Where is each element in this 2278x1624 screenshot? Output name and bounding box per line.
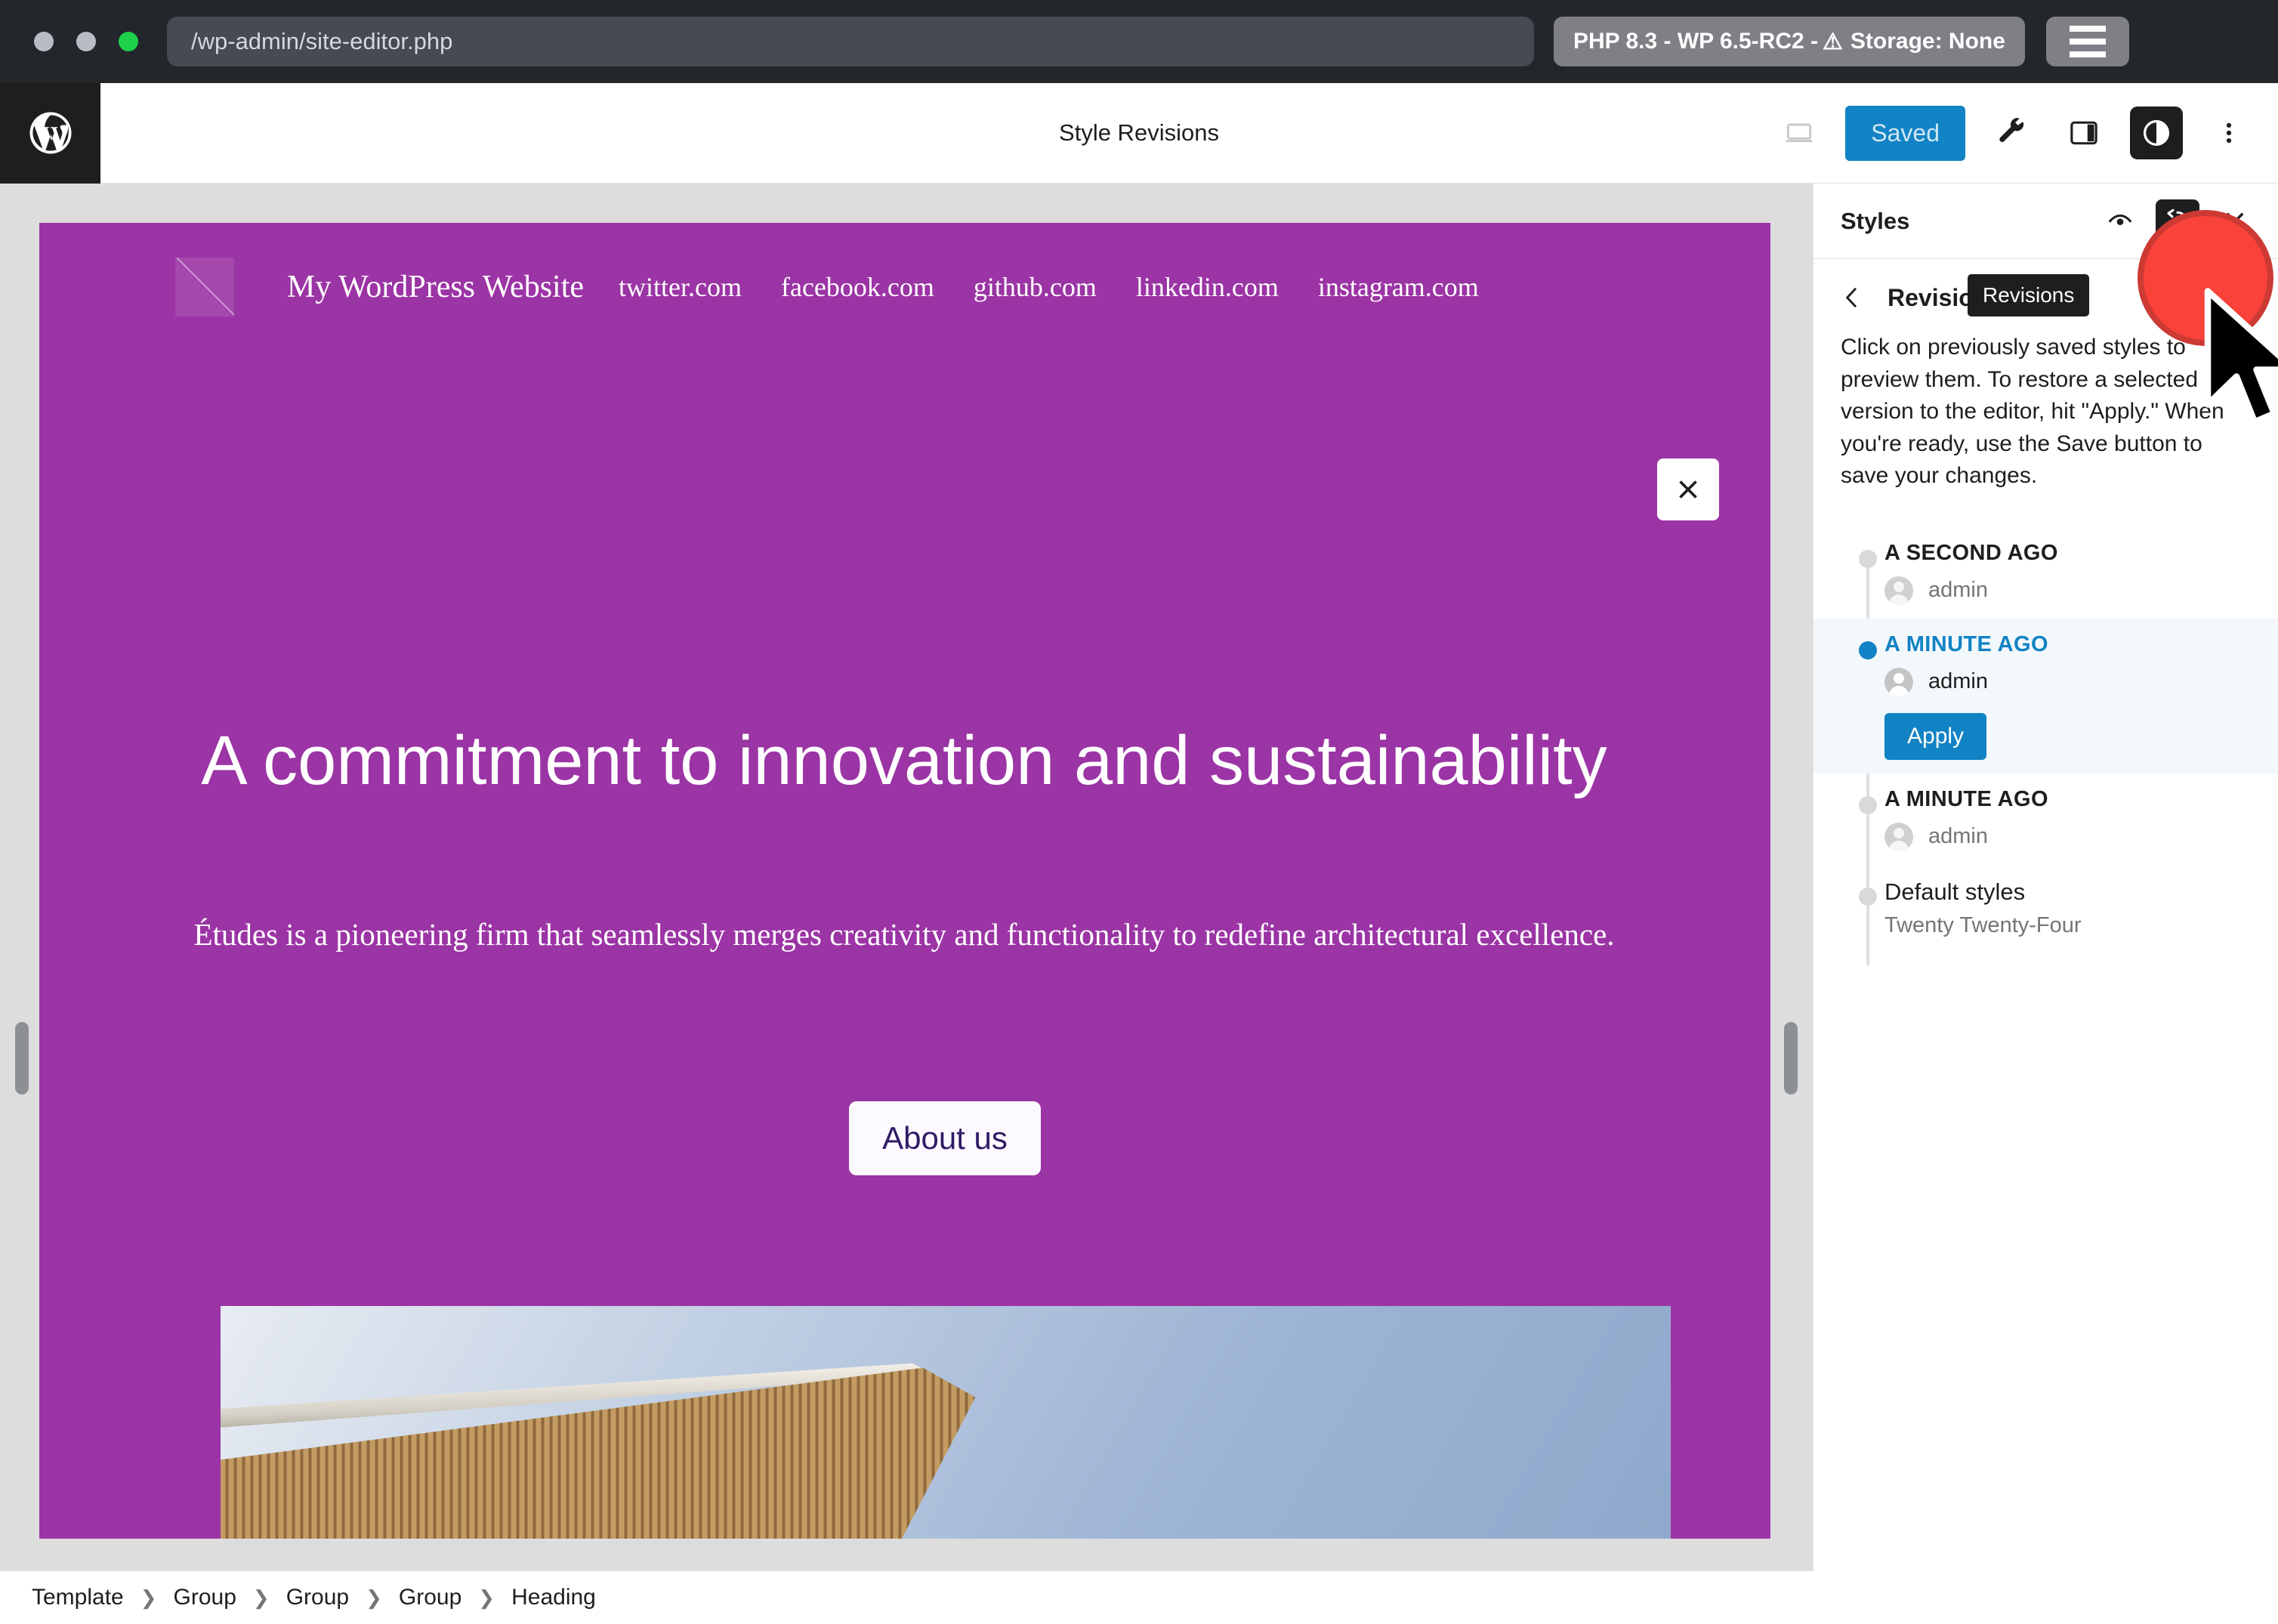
revision-author-name: admin [1928, 824, 1988, 849]
chevron-right-icon: ❯ [252, 1585, 270, 1609]
revisions-list: A second ago admin A minute ago admin Ap… [1813, 527, 2278, 965]
nav-link-facebook[interactable]: facebook.com [781, 271, 934, 303]
avatar [1884, 822, 1913, 851]
laptop-icon[interactable] [1773, 107, 1826, 159]
revision-dot [1859, 641, 1877, 659]
window-minimize-dot[interactable] [76, 32, 96, 51]
breadcrumb-item-group-3[interactable]: Group [399, 1585, 461, 1610]
nav-link-linkedin[interactable]: linkedin.com [1136, 271, 1279, 303]
hero-paragraph: Études is a pioneering firm that seamles… [193, 917, 1615, 952]
nav-link-twitter[interactable]: twitter.com [619, 271, 742, 303]
warning-icon: ⚠ [1823, 29, 1843, 54]
chevron-left-icon[interactable] [1836, 282, 1868, 313]
revision-author: admin [1884, 667, 2251, 696]
revision-date: A minute ago [1884, 631, 2048, 656]
breadcrumb-item-group-1[interactable]: Group [174, 1585, 236, 1610]
wordpress-logo-icon[interactable] [0, 82, 100, 184]
revision-author: admin [1884, 576, 2251, 605]
chevron-right-icon: ❯ [366, 1585, 382, 1609]
site-navigation: twitter.com facebook.com github.com link… [619, 271, 1479, 303]
breadcrumb-item-template[interactable]: Template [32, 1585, 124, 1610]
editor-header: Style Revisions Saved [0, 82, 2278, 184]
close-icon [1679, 480, 1697, 499]
revision-author-name: admin [1928, 578, 1988, 603]
site-preview-frame[interactable]: My WordPress Website twitter.com faceboo… [39, 223, 1770, 1539]
breadcrumb: Template ❯ Group ❯ Group ❯ Group ❯ Headi… [0, 1571, 2278, 1624]
about-us-button[interactable]: About us [849, 1101, 1041, 1175]
hamburger-menu-icon[interactable] [2045, 17, 2129, 66]
revision-dot [1859, 795, 1877, 814]
revision-dot [1859, 887, 1877, 906]
editor-header-actions: Saved [1773, 105, 2255, 161]
window-traffic-lights [34, 32, 138, 51]
revision-author-name: admin [1928, 669, 1988, 694]
revision-item[interactable]: A second ago admin [1813, 527, 2278, 619]
close-preview-button[interactable] [1657, 458, 1719, 520]
revision-item[interactable]: A minute ago admin Apply [1813, 618, 2278, 773]
breadcrumb-item-group-2[interactable]: Group [286, 1585, 349, 1610]
kebab-menu-icon[interactable] [2202, 107, 2255, 159]
avatar [1884, 667, 1913, 696]
canvas-resize-handle-right[interactable] [1784, 1022, 1798, 1095]
revision-item[interactable]: A minute ago admin [1813, 773, 2278, 865]
url-text: /wp-admin/site-editor.php [191, 28, 453, 54]
revision-item-default[interactable]: Default styles Twenty Twenty-Four [1813, 865, 2278, 952]
url-input[interactable]: /wp-admin/site-editor.php [167, 17, 1534, 66]
site-title: My WordPress Website [287, 270, 585, 304]
contrast-icon[interactable] [2130, 107, 2183, 159]
nav-link-github[interactable]: github.com [974, 271, 1097, 303]
nav-link-instagram[interactable]: instagram.com [1318, 271, 1479, 303]
env-suffix: Storage: None [1850, 29, 2005, 54]
canvas-resize-handle-left[interactable] [15, 1022, 29, 1095]
styles-panel-title: Styles [1841, 207, 1910, 234]
revision-author: admin [1884, 822, 2251, 851]
mouse-cursor [2204, 288, 2278, 425]
broken-image-placeholder-icon [175, 258, 234, 316]
revision-dot [1859, 549, 1877, 568]
environment-badge: PHP 8.3 - WP 6.5-RC2 - ⚠ Storage: None [1554, 17, 2025, 66]
site-header: My WordPress Website twitter.com faceboo… [39, 223, 1770, 351]
panel-icon[interactable] [2057, 107, 2110, 159]
chevron-right-icon: ❯ [140, 1585, 157, 1609]
apply-button[interactable]: Apply [1884, 712, 1987, 760]
wrench-icon[interactable] [1985, 107, 2038, 159]
window-close-dot[interactable] [34, 32, 54, 51]
editor-canvas: My WordPress Website twitter.com faceboo… [0, 184, 1813, 1571]
default-styles-title: Default styles [1884, 878, 2026, 905]
default-styles-theme: Twenty Twenty-Four [1884, 912, 2082, 937]
saved-button[interactable]: Saved [1845, 105, 1965, 161]
avatar [1884, 576, 1913, 605]
breadcrumb-item-heading[interactable]: Heading [511, 1585, 596, 1610]
window-maximize-dot[interactable] [119, 32, 138, 51]
revision-date: A second ago [1884, 540, 2058, 565]
browser-chrome: /wp-admin/site-editor.php PHP 8.3 - WP 6… [0, 0, 2278, 83]
revisions-tooltip: Revisions [1968, 274, 2090, 316]
hero-heading: A commitment to innovation and sustainab… [201, 722, 1607, 799]
revision-date: A minute ago [1884, 786, 2048, 811]
env-prefix: PHP 8.3 - WP 6.5-RC2 - [1573, 29, 1818, 54]
hero-architecture-image [221, 1306, 1671, 1539]
chevron-right-icon: ❯ [478, 1585, 495, 1609]
eye-icon[interactable] [2098, 199, 2142, 243]
